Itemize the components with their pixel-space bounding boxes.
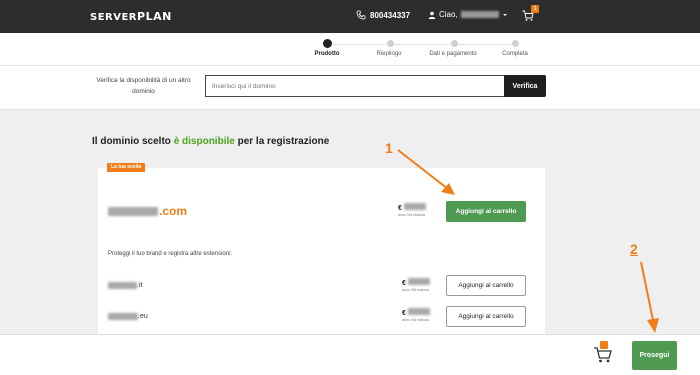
annotation-arrow-2 [640,261,659,333]
annotation-arrow-1 [397,149,455,195]
annotation-arrows [397,149,659,333]
